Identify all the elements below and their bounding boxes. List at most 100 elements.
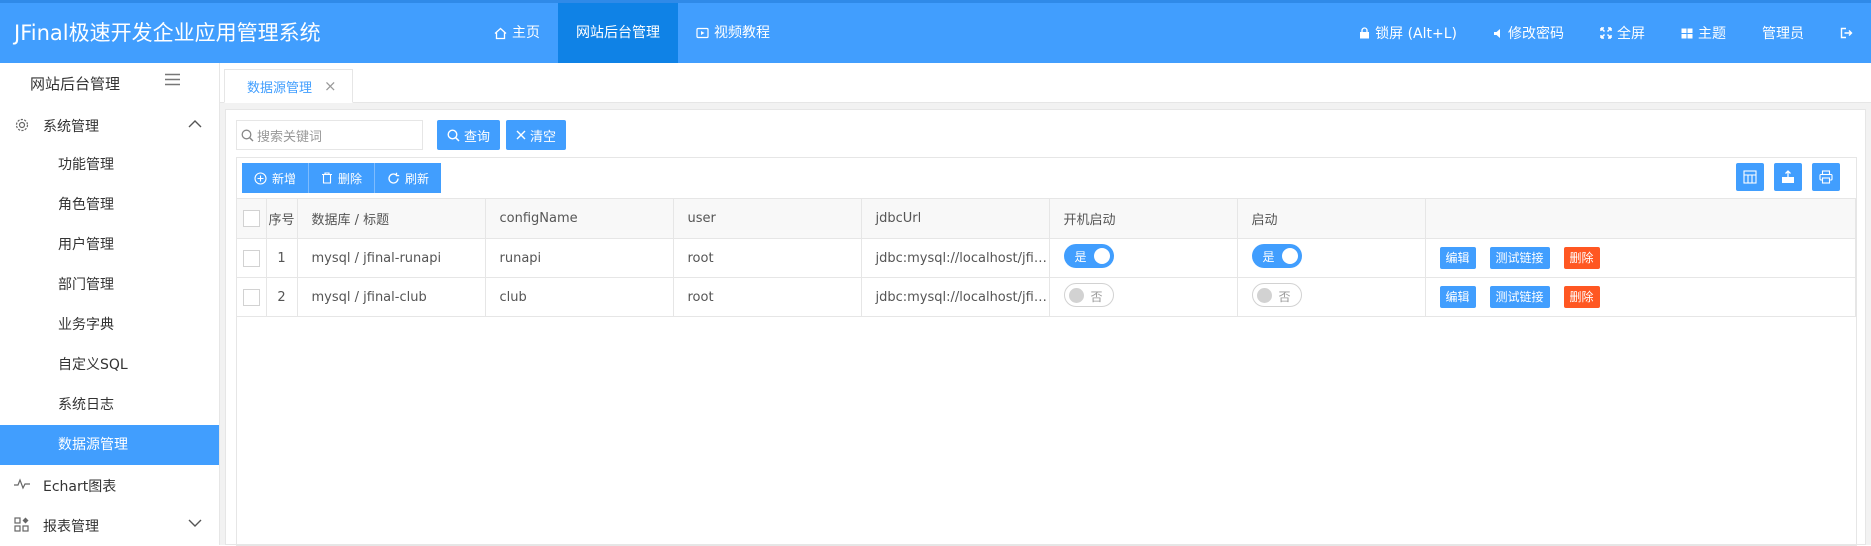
top-header: JFinal极速开发企业应用管理系统 主页 网站后台管理 视频教程 锁屏 (Al… [0, 0, 1871, 63]
lock-screen-button[interactable]: 锁屏 (Alt+L) [1341, 3, 1475, 63]
autostart-switch[interactable]: 否 [1063, 283, 1114, 307]
row-config-name: club [485, 277, 674, 317]
clear-button[interactable]: 清空 [506, 120, 567, 150]
speaker-icon [1493, 28, 1503, 39]
row-db-title: mysql / jfinal-club [297, 277, 486, 317]
row-enabled-cell: 否 [1237, 277, 1426, 317]
query-button[interactable]: 查询 [437, 120, 501, 150]
enabled-switch[interactable]: 否 [1251, 283, 1302, 307]
row-user: root [673, 238, 862, 278]
grid-icon [1681, 28, 1693, 39]
sidebar-item-sql[interactable]: 自定义SQL [0, 345, 219, 385]
enabled-switch[interactable]: 是 [1251, 244, 1302, 268]
print-button[interactable] [1812, 163, 1840, 191]
add-button[interactable]: 新增 [242, 163, 310, 193]
search-row: 搜索关键词 查询 清空 [236, 120, 567, 150]
fullscreen-button[interactable]: 全屏 [1582, 3, 1663, 63]
video-icon [696, 27, 709, 39]
tab-bar: 数据源管理 × [220, 63, 1871, 103]
main-content: 数据源管理 × 搜索关键词 查询 清空 新增 删除 刷新 序号 数据库 / 标题… [220, 63, 1871, 546]
sidebar-item-datasource[interactable]: 数据源管理 [0, 425, 219, 465]
clear-button-label: 清空 [530, 129, 557, 145]
sidebar-group-system-label: 系统管理 [43, 119, 99, 135]
row-user: root [673, 277, 862, 317]
datasource-table: 序号 数据库 / 标题 configName user jdbcUrl 开机启动… [237, 198, 1856, 317]
edit-button[interactable]: 编辑 [1439, 286, 1476, 308]
sidebar-item-log[interactable]: 系统日志 [0, 385, 219, 425]
row-enabled-cell: 是 [1237, 238, 1426, 278]
row-checkbox[interactable] [242, 249, 260, 267]
header-actions [1425, 198, 1856, 239]
sidebar-group-echart-label: Echart图表 [43, 479, 117, 495]
switch-knob [1256, 288, 1272, 303]
refresh-button[interactable]: 刷新 [375, 163, 442, 193]
lock-icon [1359, 27, 1370, 39]
top-nav: 主页 网站后台管理 视频教程 [476, 3, 788, 63]
edit-button[interactable]: 编辑 [1439, 247, 1476, 269]
theme-button[interactable]: 主题 [1663, 3, 1744, 63]
home-icon [494, 27, 507, 40]
logout-button[interactable] [1822, 3, 1871, 63]
sidebar-item-function[interactable]: 功能管理 [0, 145, 219, 185]
table-row: 2 mysql / jfinal-club club root jdbc:mys… [237, 277, 1856, 317]
switch-text: 否 [1278, 290, 1291, 304]
toolbar-button-group: 新增 删除 刷新 [242, 163, 442, 193]
lock-screen-label: 锁屏 (Alt+L) [1375, 26, 1457, 42]
menu-toggle-icon[interactable] [165, 73, 180, 90]
row-actions: 编辑 测试链接 删除 [1439, 247, 1600, 269]
app-grid-icon [14, 517, 30, 537]
header-db-title: 数据库 / 标题 [297, 198, 486, 239]
close-icon[interactable]: × [324, 77, 337, 95]
row-autostart-cell: 否 [1049, 277, 1238, 317]
chevron-up-icon [188, 117, 202, 132]
sidebar-group-report[interactable]: 报表管理 [0, 505, 219, 545]
chevron-down-icon [188, 517, 202, 532]
query-button-label: 查询 [464, 129, 491, 145]
sidebar-item-user[interactable]: 用户管理 [0, 225, 219, 265]
test-connection-button[interactable]: 测试链接 [1489, 286, 1550, 308]
fullscreen-icon [1600, 27, 1612, 39]
row-checkbox-cell [237, 277, 267, 317]
nav-admin[interactable]: 网站后台管理 [558, 3, 678, 63]
row-no: 1 [266, 238, 298, 278]
sidebar-group-system[interactable]: 系统管理 [0, 105, 219, 145]
sidebar-item-dept[interactable]: 部门管理 [0, 265, 219, 305]
sidebar-item-dict[interactable]: 业务字典 [0, 305, 219, 345]
export-button[interactable] [1774, 163, 1802, 191]
logout-icon [1840, 27, 1853, 39]
sidebar-group-echart[interactable]: Echart图表 [0, 465, 219, 505]
search-input[interactable]: 搜索关键词 [236, 120, 423, 150]
fullscreen-label: 全屏 [1617, 26, 1645, 42]
row-config-name: runapi [485, 238, 674, 278]
row-actions-cell: 编辑 测试链接 删除 [1425, 238, 1856, 278]
tab-datasource[interactable]: 数据源管理 × [224, 69, 353, 103]
autostart-switch[interactable]: 是 [1063, 244, 1114, 268]
nav-home[interactable]: 主页 [476, 3, 558, 63]
row-no: 2 [266, 277, 298, 317]
test-connection-button[interactable]: 测试链接 [1489, 247, 1550, 269]
table-header-row: 序号 数据库 / 标题 configName user jdbcUrl 开机启动… [237, 198, 1856, 239]
nav-video-label: 视频教程 [714, 25, 770, 41]
admin-user-menu[interactable]: 管理员 [1744, 3, 1822, 63]
change-password-button[interactable]: 修改密码 [1475, 3, 1582, 63]
row-jdbc-url: jdbc:mysql://localhost/jfinal-club?chara… [861, 277, 1050, 317]
sidebar-item-role[interactable]: 角色管理 [0, 185, 219, 225]
row-delete-button[interactable]: 删除 [1563, 247, 1600, 269]
row-jdbc-url: jdbc:mysql://localhost/jfinal-runapi?cha… [861, 238, 1050, 278]
delete-button[interactable]: 删除 [309, 163, 376, 193]
header-autostart: 开机启动 [1049, 198, 1238, 239]
sidebar-title: 网站后台管理 [30, 75, 121, 93]
datasource-panel: 搜索关键词 查询 清空 新增 删除 刷新 序号 数据库 / 标题 configN… [225, 109, 1866, 546]
print-icon [1819, 170, 1833, 184]
select-all-checkbox[interactable] [242, 210, 260, 227]
change-password-label: 修改密码 [1508, 26, 1564, 42]
nav-video[interactable]: 视频教程 [678, 3, 788, 63]
header-no: 序号 [266, 198, 298, 239]
header-config-name: configName [485, 198, 674, 239]
columns-filter-button[interactable] [1736, 163, 1764, 191]
row-delete-button[interactable]: 删除 [1563, 286, 1600, 308]
export-icon [1781, 170, 1795, 184]
header-jdbc-url: jdbcUrl [861, 198, 1050, 239]
header-right-nav: 锁屏 (Alt+L) 修改密码 全屏 主题 管理员 [1341, 3, 1871, 63]
row-checkbox[interactable] [242, 288, 260, 306]
